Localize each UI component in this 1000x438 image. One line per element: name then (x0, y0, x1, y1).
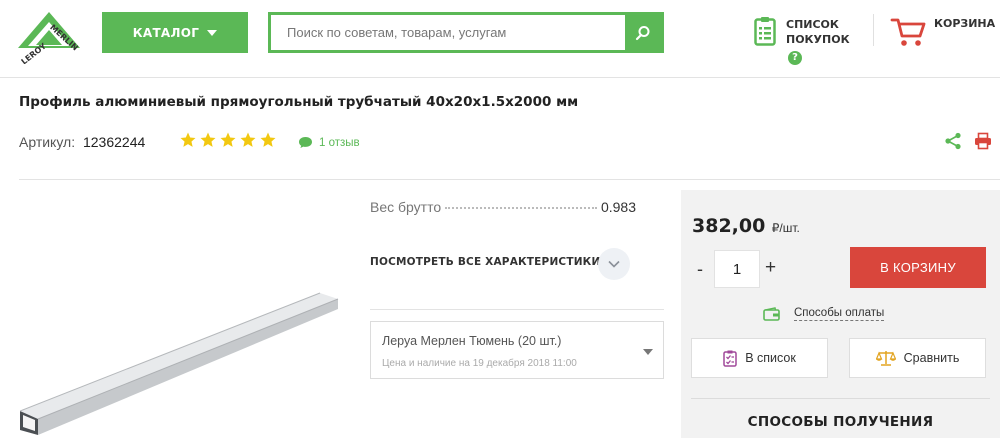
reviews-link[interactable]: 1 отзыв (298, 136, 360, 149)
search-bar (268, 12, 664, 53)
scales-icon (875, 351, 896, 366)
quantity-input[interactable] (714, 250, 760, 288)
payment-methods-label: Способы оплаты (794, 307, 885, 321)
compare-button[interactable]: Сравнить (849, 338, 986, 378)
chevron-down-icon (608, 260, 620, 268)
article-number: 12362244 (82, 134, 146, 150)
star-icon (220, 132, 236, 147)
shopping-list-link[interactable]: СПИСОК ПОКУПОК? (752, 14, 864, 65)
cart-icon (890, 18, 926, 46)
shopping-list-line2: ПОКУПОК (786, 33, 850, 46)
star-icon (240, 132, 256, 147)
section-divider (19, 179, 1000, 180)
weight-value: 0.983 (600, 199, 636, 215)
share-icon[interactable] (944, 132, 962, 150)
review-count: 1 отзыв (319, 136, 360, 149)
site-header: LEROY MERLIN КАТАЛОГ СПИСОК ПОКУПОК? (0, 0, 1000, 78)
star-icon (260, 132, 276, 147)
chevron-down-icon (643, 349, 653, 355)
star-icon (200, 132, 216, 147)
product-image[interactable] (20, 285, 350, 435)
article-label: Артикул: (19, 134, 76, 150)
rating-stars[interactable] (179, 131, 277, 149)
search-icon (635, 25, 650, 40)
payment-methods-link[interactable]: Способы оплаты (763, 306, 885, 321)
chevron-down-icon (207, 29, 218, 36)
all-specs-toggle[interactable] (598, 248, 630, 280)
catalog-button[interactable]: КАТАЛОГ (102, 12, 248, 53)
weight-spec: Вес брутто 0.983 (370, 199, 636, 215)
quantity-decrease-button[interactable]: - (697, 259, 703, 280)
header-divider (873, 14, 874, 46)
clipboard-list-icon (754, 17, 776, 46)
weight-label: Вес брутто (370, 199, 442, 215)
catalog-label: КАТАЛОГ (132, 25, 200, 40)
leroy-merlin-logo[interactable]: LEROY MERLIN (14, 8, 84, 66)
store-select[interactable]: Леруа Мерлен Тюмень (20 шт.) Цена и нали… (370, 321, 664, 379)
store-name: Леруа Мерлен Тюмень (20 шт.) (382, 334, 562, 348)
product-title: Профиль алюминиевый прямоугольный трубча… (19, 94, 579, 110)
panel-divider (691, 398, 990, 399)
price: 382,00 ₽/шт. (692, 215, 800, 237)
shopping-list-label: СПИСОК ПОКУПОК? (786, 17, 864, 65)
article-info: Артикул: 12362244 (19, 134, 145, 150)
wallet-icon (763, 306, 780, 321)
price-unit: ₽/шт. (771, 221, 800, 235)
all-specs-link[interactable]: ПОСМОТРЕТЬ ВСЕ ХАРАКТЕРИСТИКИ (370, 256, 600, 268)
purchase-panel: 382,00 ₽/шт. - + В КОРЗИНУ Способы оплат… (681, 190, 1000, 438)
cart-label: КОРЗИНА (934, 17, 996, 30)
add-to-list-button[interactable]: В список (691, 338, 828, 378)
search-button[interactable] (625, 15, 661, 50)
quantity-increase-button[interactable]: + (765, 257, 776, 279)
dotted-leader (445, 207, 597, 209)
add-to-list-label: В список (745, 351, 796, 365)
compare-label: Сравнить (903, 351, 960, 365)
store-availability-note: Цена и наличие на 19 декабря 2018 11:00 (382, 358, 577, 369)
star-icon (180, 132, 196, 147)
cart-link[interactable]: КОРЗИНА (890, 14, 995, 50)
specs-divider (370, 309, 664, 310)
search-input[interactable] (271, 15, 627, 50)
add-to-cart-button[interactable]: В КОРЗИНУ (850, 247, 986, 288)
comment-icon (299, 137, 312, 148)
price-value: 382,00 (692, 215, 766, 237)
shopping-list-line1: СПИСОК (786, 18, 839, 31)
checklist-icon (723, 350, 737, 367)
help-icon[interactable]: ? (788, 51, 802, 65)
delivery-methods-title: СПОСОБЫ ПОЛУЧЕНИЯ (747, 414, 934, 430)
print-icon[interactable] (974, 132, 992, 150)
